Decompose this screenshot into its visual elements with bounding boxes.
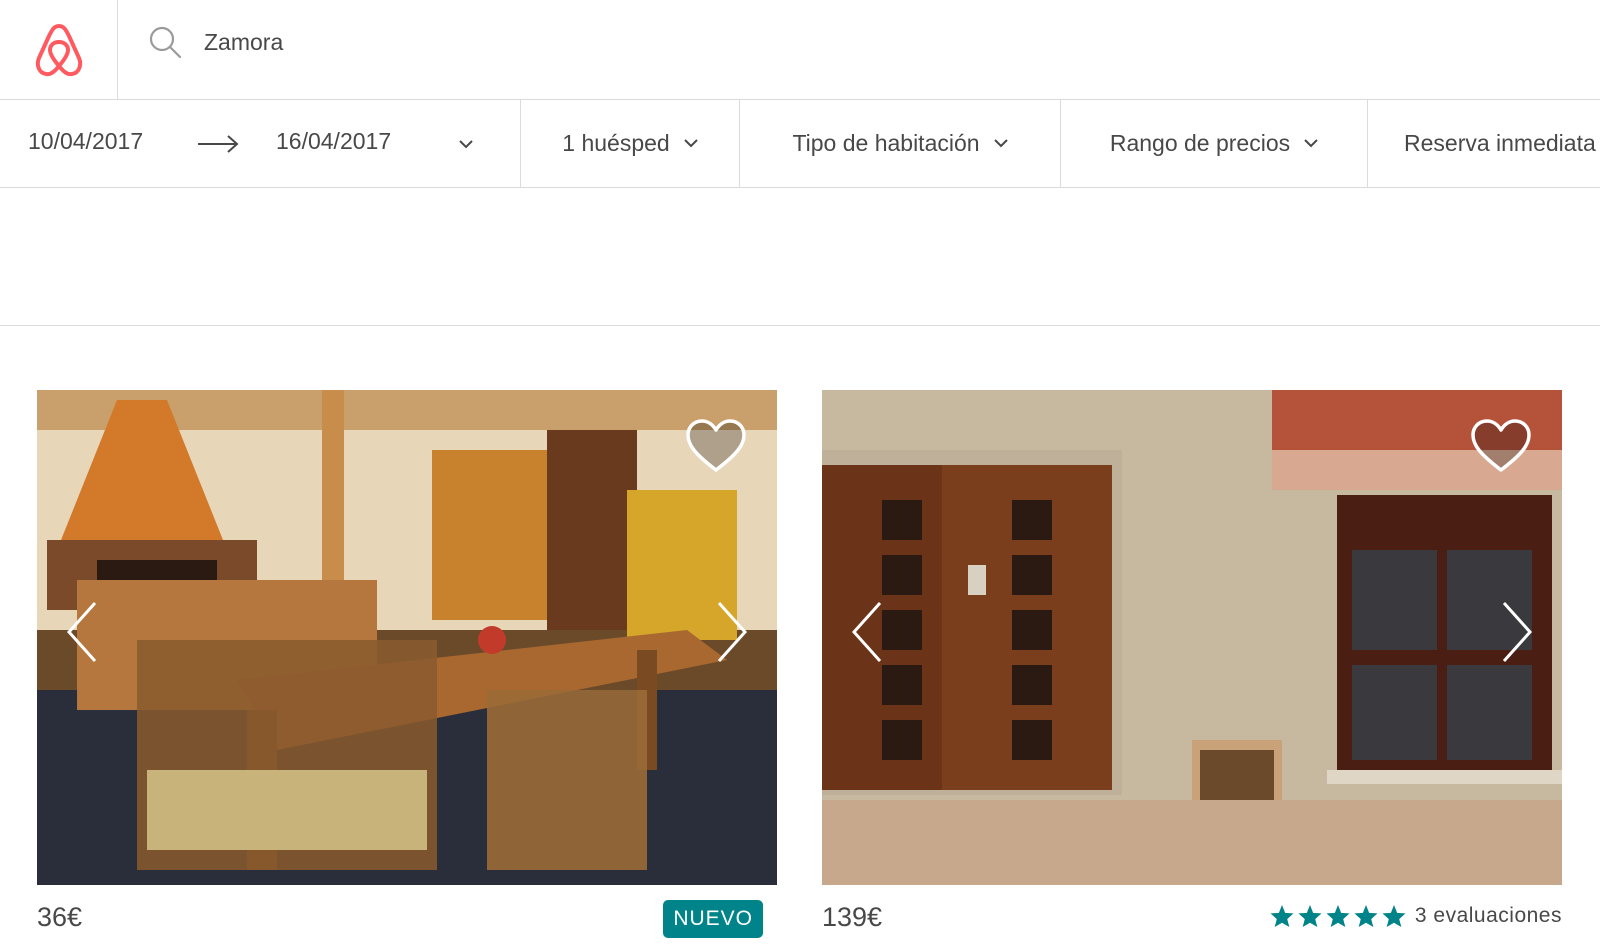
listing-card[interactable]: 139€ 3 evaluaciones xyxy=(822,390,1562,932)
instant-book-label: Reserva inmediata xyxy=(1404,130,1596,156)
checkin-date[interactable]: 10/04/2017 xyxy=(28,128,143,155)
search-bar[interactable] xyxy=(148,22,804,62)
listing-photo[interactable] xyxy=(37,390,777,885)
guests-label: 1 huésped xyxy=(562,130,670,156)
arrow-right-icon xyxy=(198,135,239,153)
chevron-down-icon xyxy=(993,139,1008,148)
new-badge: NUEVO xyxy=(663,900,763,938)
listing-image-dining-room xyxy=(37,390,777,885)
star-rating xyxy=(1269,904,1409,928)
chevron-down-icon xyxy=(1304,139,1318,148)
star-icon xyxy=(1270,905,1294,927)
chevron-down-icon xyxy=(459,140,473,149)
heart-icon[interactable] xyxy=(1470,418,1532,474)
top-header xyxy=(0,0,1600,100)
search-icon xyxy=(149,26,182,59)
instant-book-filter[interactable]: Reserva inmediata xyxy=(1368,100,1600,187)
airbnb-logo[interactable] xyxy=(0,0,118,99)
checkout-date[interactable]: 16/04/2017 xyxy=(276,128,391,155)
chevron-left-icon[interactable] xyxy=(65,600,99,664)
room-type-label: Tipo de habitación xyxy=(792,130,980,156)
star-icon xyxy=(1354,905,1378,927)
filter-bar: 10/04/2017 16/04/2017 1 huésped Tipo de … xyxy=(0,100,1600,188)
price-range-filter[interactable]: Rango de precios xyxy=(1061,100,1368,187)
listing-image-facade xyxy=(822,390,1562,885)
airbnb-belo-icon xyxy=(35,23,82,76)
listing-photo[interactable] xyxy=(822,390,1562,885)
date-range-filter[interactable]: 10/04/2017 16/04/2017 xyxy=(0,100,521,187)
section-divider xyxy=(0,325,1600,326)
search-input[interactable] xyxy=(204,28,804,56)
review-count: 3 evaluaciones xyxy=(1414,904,1562,927)
guests-filter[interactable]: 1 huésped xyxy=(521,100,740,187)
star-icon xyxy=(1382,905,1406,927)
listing-price: 36€ xyxy=(37,902,83,932)
listing-price: 139€ xyxy=(822,902,883,932)
chevron-left-icon[interactable] xyxy=(850,600,884,664)
price-range-label: Rango de precios xyxy=(1109,130,1291,156)
heart-icon[interactable] xyxy=(685,418,747,474)
star-icon xyxy=(1326,905,1350,927)
chevron-right-icon[interactable] xyxy=(1500,600,1534,664)
chevron-right-icon[interactable] xyxy=(715,600,749,664)
rating-summary[interactable]: 3 evaluaciones xyxy=(1269,904,1562,928)
chevron-down-icon xyxy=(684,139,698,148)
room-type-filter[interactable]: Tipo de habitación xyxy=(740,100,1061,187)
star-icon xyxy=(1298,905,1322,927)
listing-card[interactable]: 36€ NUEVO xyxy=(37,390,777,938)
